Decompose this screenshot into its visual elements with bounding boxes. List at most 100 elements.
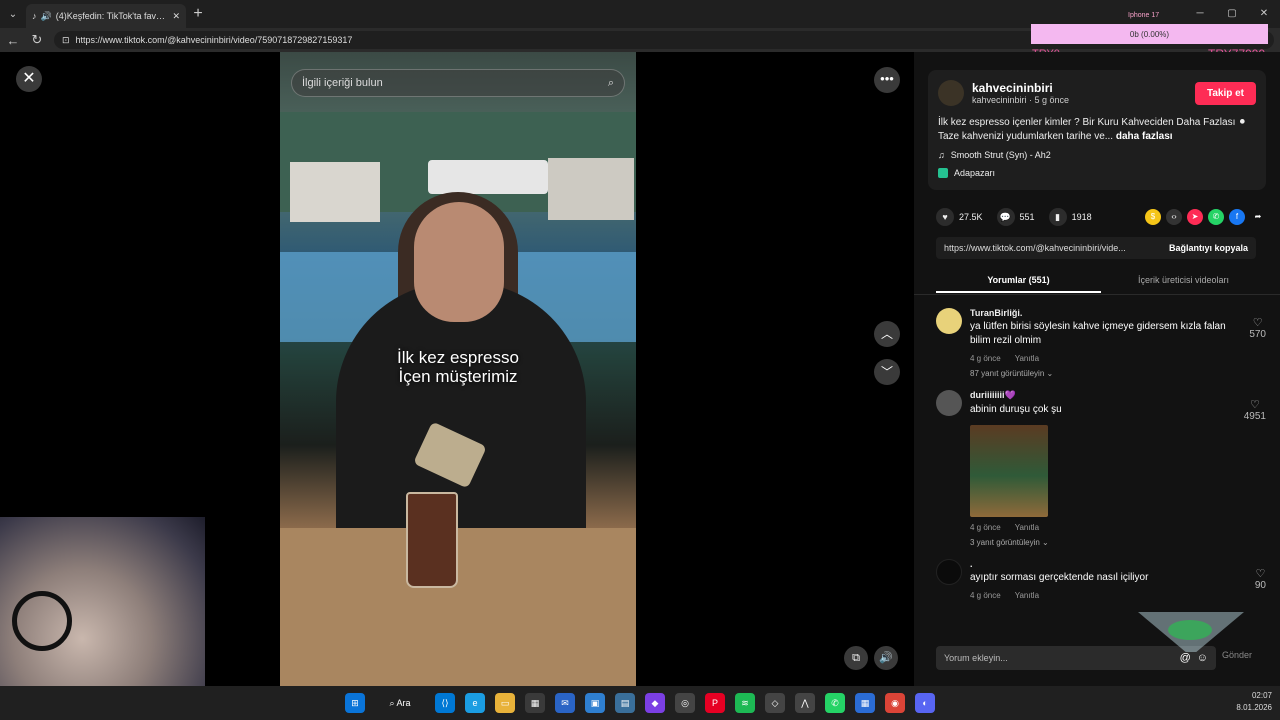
- comment-username[interactable]: TuranBirliği.: [970, 308, 1230, 318]
- music-row[interactable]: ♫ Smooth Strut (Syn) - Ah2: [938, 150, 1256, 160]
- comment-like[interactable]: ♡ 4951: [1244, 398, 1266, 422]
- stream-overlay-title: Iphone 17: [1128, 12, 1160, 19]
- like-stat[interactable]: ♥ 27.5K: [936, 208, 983, 226]
- edge-icon[interactable]: e: [465, 693, 485, 713]
- author-subtitle: kahvecininbiri · 5 g önce: [972, 95, 1070, 105]
- like-count: 27.5K: [959, 212, 983, 222]
- store-icon[interactable]: ▦: [525, 693, 545, 713]
- back-icon[interactable]: ←: [6, 33, 20, 48]
- save-stat[interactable]: ▮ 1918: [1048, 208, 1092, 226]
- unity-icon[interactable]: ◇: [765, 693, 785, 713]
- comment-username[interactable]: .: [970, 559, 1230, 569]
- whatsapp-taskbar-icon[interactable]: ✆: [825, 693, 845, 713]
- comment-username[interactable]: duriiiiiiii💜: [970, 390, 1230, 401]
- send-icon[interactable]: ➤: [1187, 209, 1203, 225]
- location-name: Adapazarı: [954, 168, 996, 178]
- discord-icon[interactable]: ◐: [915, 693, 935, 713]
- comment-like-count: 90: [1254, 580, 1266, 591]
- picture-in-picture-icon[interactable]: ⧉: [844, 646, 868, 670]
- heart-outline-icon: ♡: [1255, 568, 1266, 580]
- embed-icon[interactable]: ‹›: [1166, 209, 1182, 225]
- location-row[interactable]: Adapazarı: [938, 168, 1256, 178]
- search-placeholder: İlgili içeriği bulun: [302, 77, 383, 89]
- related-search-input[interactable]: İlgili içeriği bulun ⌕: [291, 69, 625, 97]
- comment-sticker-image[interactable]: [970, 425, 1048, 517]
- spotify-icon[interactable]: ≋: [735, 693, 755, 713]
- vscode-icon[interactable]: ⟨⟩: [435, 693, 455, 713]
- pinterest-icon[interactable]: P: [705, 693, 725, 713]
- steam-icon[interactable]: ◎: [675, 693, 695, 713]
- visual-studio-icon[interactable]: ◆: [645, 693, 665, 713]
- share-url: https://www.tiktok.com/@kahvecininbiri/v…: [944, 243, 1126, 253]
- emoji-icon[interactable]: ☺: [1197, 652, 1208, 664]
- video-air-conditioner: [428, 160, 548, 194]
- comment-avatar[interactable]: [936, 308, 962, 334]
- mention-icon[interactable]: @: [1180, 652, 1191, 664]
- copy-link-button[interactable]: Bağlantıyı kopyala: [1169, 243, 1248, 253]
- close-video-button[interactable]: ✕: [16, 66, 42, 92]
- comment-avatar[interactable]: [936, 559, 962, 585]
- site-info-icon[interactable]: ⊡: [62, 35, 70, 46]
- previous-video-button[interactable]: ︿: [874, 321, 900, 347]
- mail-icon[interactable]: ✉: [555, 693, 575, 713]
- new-tab-button[interactable]: +: [186, 5, 210, 23]
- tab-comments[interactable]: Yorumlar (551): [936, 267, 1101, 293]
- reply-button[interactable]: Yanıtla: [1015, 354, 1039, 363]
- more-options-button[interactable]: •••: [874, 67, 900, 93]
- volume-icon[interactable]: 🔊: [874, 646, 898, 670]
- engagement-row: ♥ 27.5K 💬 551 ▮ 1918 $ ‹› ➤ ✆ f ➦: [936, 207, 1266, 227]
- whatsapp-icon[interactable]: ✆: [1208, 209, 1224, 225]
- comment-time: 4 g önce: [970, 354, 1001, 363]
- video-face: [414, 202, 504, 322]
- coin-icon[interactable]: $: [1145, 209, 1161, 225]
- browser-tab[interactable]: ♪ 🔊 (4)Keşfedin: TikTok'ta favori v ✕: [26, 4, 186, 28]
- comment-time: 4 g önce: [970, 591, 1001, 600]
- start-icon[interactable]: ⊞: [345, 693, 365, 713]
- cocktail-olives-overlay: [1168, 620, 1212, 640]
- video-picture-frame: [290, 162, 380, 222]
- comment-like[interactable]: ♡ 570: [1249, 316, 1266, 340]
- share-arrow-icon[interactable]: ➦: [1250, 209, 1266, 225]
- taskbar: ⊞ ⌕ Ara ⟨⟩ e ▭ ▦ ✉ ▣ ▤ ◆ ◎ P ≋ ◇ ⋀ ✆ ▦ ◉…: [0, 686, 1280, 720]
- reply-button[interactable]: Yanıtla: [1015, 591, 1039, 600]
- video-player[interactable]: İlgili içeriği bulun ⌕ İlk kez espresso …: [280, 52, 636, 686]
- author-avatar[interactable]: [938, 80, 964, 106]
- view-replies-button[interactable]: 3 yanıt görüntüleyin ⌄: [970, 538, 1230, 547]
- author-name[interactable]: kahvecininbiri: [972, 81, 1069, 95]
- system-tray[interactable]: 02:07 8.01.2026: [1236, 690, 1272, 714]
- replies-label: 87 yanıt görüntüleyin: [970, 369, 1045, 378]
- comment-input[interactable]: Yorum ekleyin... @ ☺: [936, 646, 1216, 670]
- reply-button[interactable]: Yanıtla: [1015, 523, 1039, 532]
- calendar-icon[interactable]: ▦: [855, 693, 875, 713]
- url-text: https://www.tiktok.com/@kahvecininbiri/v…: [75, 35, 353, 45]
- folder-icon[interactable]: ▭: [495, 693, 515, 713]
- send-comment-button[interactable]: Gönder: [1222, 650, 1252, 660]
- video-table: [280, 528, 636, 686]
- taskbar-search[interactable]: ⌕ Ara: [375, 693, 425, 713]
- next-video-button[interactable]: ﹀: [874, 359, 900, 385]
- heart-icon: ♥: [936, 208, 954, 226]
- screen-icon[interactable]: ▤: [615, 693, 635, 713]
- comment-stat[interactable]: 💬 551: [996, 208, 1035, 226]
- tab-close-icon[interactable]: ✕: [172, 11, 180, 22]
- more-link[interactable]: daha fazlası: [1116, 131, 1173, 142]
- comment-like[interactable]: ♡ 90: [1255, 567, 1266, 591]
- tab-list-icon[interactable]: ⌄: [0, 9, 26, 20]
- photos-icon[interactable]: ▣: [585, 693, 605, 713]
- chrome-icon[interactable]: ◉: [885, 693, 905, 713]
- view-replies-button[interactable]: 87 yanıt görüntüleyin ⌄: [970, 369, 1230, 378]
- comment-text: abinin duruşu çok şu: [970, 404, 1062, 415]
- music-title: Smooth Strut (Syn) - Ah2: [950, 150, 1051, 160]
- speaker-icon[interactable]: 🔊: [41, 11, 52, 22]
- app-icon[interactable]: ⋀: [795, 693, 815, 713]
- tab-creator-videos[interactable]: İçerik üreticisi videoları: [1101, 267, 1266, 293]
- copy-link-row: https://www.tiktok.com/@kahvecininbiri/v…: [936, 237, 1256, 259]
- video-caption: İlk kez espresso İçen müşterimiz: [280, 348, 636, 386]
- reload-icon[interactable]: ↻: [30, 32, 44, 48]
- video-info-panel: kahvecininbiri kahvecininbiri · 5 g önce…: [914, 52, 1280, 686]
- facebook-icon[interactable]: f: [1229, 209, 1245, 225]
- follow-button[interactable]: Takip et: [1194, 81, 1256, 105]
- search-icon[interactable]: ⌕: [608, 77, 614, 90]
- post-info-card: kahvecininbiri kahvecininbiri · 5 g önce…: [928, 70, 1266, 190]
- comment-avatar[interactable]: [936, 390, 962, 416]
